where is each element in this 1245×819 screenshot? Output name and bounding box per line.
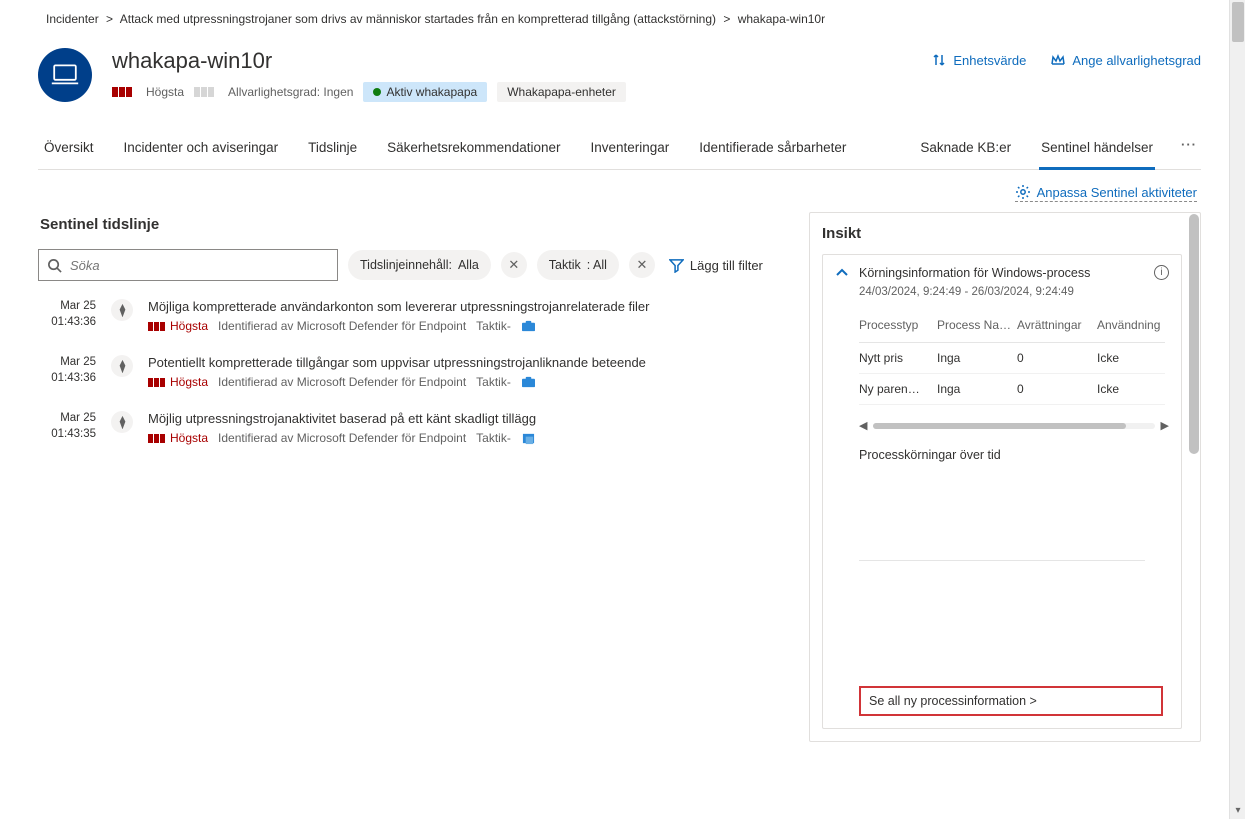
timeline-timestamp: Mar 25 01:43:35 — [38, 411, 96, 445]
breadcrumb-part-2[interactable]: Attack med utpressningstrojaner som driv… — [120, 12, 716, 26]
active-user-chip[interactable]: Aktiv whakapapa — [363, 82, 487, 102]
timeline-item[interactable]: Mar 25 01:43:36 Möjliga kompretterade an… — [38, 299, 791, 333]
breadcrumb-sep: > — [106, 12, 113, 26]
table-row[interactable]: Nytt pris Inga 0 Icke — [859, 343, 1165, 374]
table-header-row: Processtyp Process Na… Avrättningar Anvä… — [859, 310, 1165, 343]
criticality-label: Högsta — [146, 85, 184, 99]
tab-overview[interactable]: Översikt — [42, 128, 96, 169]
filter-timeline-content[interactable]: Tidslinjeinnehåll: Alla — [348, 250, 491, 280]
chevron-up-icon — [835, 266, 849, 280]
tab-recommendations[interactable]: Säkerhetsrekommendationer — [385, 128, 562, 169]
tab-sentinel-events[interactable]: Sentinel händelser — [1039, 128, 1155, 169]
insight-card-title: Körningsinformation för Windows-process — [859, 266, 1144, 280]
insight-panel: Insikt Körningsinformation för Windows-p… — [809, 212, 1201, 742]
col-processname: Process Na… — [937, 318, 1017, 332]
breadcrumb-part-3: whakapa-win10r — [738, 12, 825, 26]
status-dot-icon — [373, 88, 381, 96]
timeline-item-title: Möjlig utpressningstrojanaktivitet baser… — [148, 411, 791, 426]
timeline-node-icon — [111, 355, 133, 377]
col-executions: Avrättningar — [1017, 318, 1097, 332]
filter-tactic[interactable]: Taktik : All — [537, 250, 619, 280]
view-all-process-link[interactable]: Se all ny processinformation > — [859, 686, 1163, 716]
tab-overflow-button[interactable]: ··· — [1181, 137, 1197, 160]
timeline-item[interactable]: Mar 25 01:43:35 Möjlig utpressningstroja… — [38, 411, 791, 445]
timeline-tactic-label: Taktik- — [476, 431, 511, 445]
tab-missing-kb[interactable]: Saknade KB:er — [918, 128, 1013, 169]
insight-card-daterange: 24/03/2024, 9:24:49 - 26/03/2024, 9:24:4… — [859, 286, 1169, 298]
tab-bar: Översikt Incidenter och aviseringar Tids… — [38, 128, 1201, 170]
scroll-down-arrow[interactable]: ▾ — [1230, 803, 1245, 819]
device-group-chip[interactable]: Whakapapa-enheter — [497, 82, 626, 102]
info-icon[interactable]: i — [1154, 265, 1169, 280]
tab-timeline[interactable]: Tidslinje — [306, 128, 359, 169]
timeline-source: Identifierad av Microsoft Defender för E… — [218, 375, 466, 389]
timeline-item-title: Möjliga kompretterade användarkonton som… — [148, 299, 791, 314]
timeline-node-icon — [111, 299, 133, 321]
severity-label: Allvarlighetsgrad: Ingen — [228, 85, 353, 99]
breadcrumb: Incidenter > Attack med utpressningstroj… — [38, 0, 1201, 36]
chart-area — [859, 472, 1165, 552]
scroll-right-arrow[interactable]: ▶ — [1161, 419, 1169, 432]
timeline-severity: Högsta — [148, 375, 208, 389]
timeline-severity: Högsta — [148, 431, 208, 445]
col-usage: Användning — [1097, 318, 1165, 332]
breadcrumb-sep: > — [723, 12, 730, 26]
filter-tactic-clear[interactable]: ✕ — [629, 252, 655, 278]
window-scrollbar[interactable]: ▴ ▾ — [1229, 0, 1245, 819]
insight-card: Körningsinformation för Windows-process … — [822, 254, 1182, 729]
scroll-left-arrow[interactable]: ◀ — [859, 419, 867, 432]
customize-sentinel-button[interactable]: Anpassa Sentinel aktiviteter — [1015, 184, 1197, 202]
insight-card-header[interactable]: Körningsinformation för Windows-process … — [835, 265, 1169, 280]
device-title: whakapa-win10r — [112, 48, 931, 74]
device-avatar — [38, 48, 92, 102]
search-input[interactable] — [70, 258, 329, 273]
device-value-button[interactable]: Enhetsvärde — [931, 52, 1026, 68]
timeline-source: Identifierad av Microsoft Defender för E… — [218, 431, 466, 445]
table-row[interactable]: Ny paren… Inga 0 Icke — [859, 374, 1165, 405]
insight-panel-title: Insikt — [822, 225, 1200, 242]
tactic-icon — [521, 432, 536, 445]
timeline-item-title: Potentiellt kompretterade tillgångar som… — [148, 355, 791, 370]
timeline-tactic-label: Taktik- — [476, 319, 511, 333]
timeline-source: Identifierad av Microsoft Defender för E… — [218, 319, 466, 333]
timeline-timestamp: Mar 25 01:43:36 — [38, 299, 96, 333]
tab-incidents[interactable]: Incidenter och aviseringar — [122, 128, 281, 169]
criticality-bars — [112, 87, 132, 97]
timeline-severity: Högsta — [148, 319, 208, 333]
tab-inventory[interactable]: Inventeringar — [588, 128, 671, 169]
set-severity-button[interactable]: Ange allvarlighetsgrad — [1050, 52, 1201, 68]
gear-icon — [1015, 184, 1031, 200]
scroll-thumb[interactable] — [1232, 2, 1244, 42]
filter-icon — [669, 258, 684, 273]
search-icon — [47, 258, 62, 273]
divider — [859, 560, 1145, 561]
timeline-node-icon — [111, 411, 133, 433]
process-table: Processtyp Process Na… Avrättningar Anvä… — [859, 310, 1165, 405]
crown-icon — [1050, 52, 1066, 68]
timeline-item[interactable]: Mar 25 01:43:36 Potentiellt kompretterad… — [38, 355, 791, 389]
table-horizontal-scrollbar[interactable]: ◀ ▶ — [859, 419, 1169, 432]
chart-title: Processkörningar över tid — [859, 448, 1169, 462]
tactic-icon — [521, 376, 536, 389]
sort-arrows-icon — [931, 52, 947, 68]
severity-bars — [194, 87, 214, 97]
filter-content-clear[interactable]: ✕ — [501, 252, 527, 278]
add-filter-button[interactable]: Lägg till filter — [665, 258, 767, 273]
hscroll-thumb[interactable] — [873, 423, 1126, 429]
col-processtype: Processtyp — [859, 318, 937, 332]
tab-vulnerabilities[interactable]: Identifierade sårbarheter — [697, 128, 848, 169]
insight-panel-scrollbar[interactable] — [1189, 214, 1199, 454]
timeline-timestamp: Mar 25 01:43:36 — [38, 355, 96, 389]
search-input-wrapper[interactable] — [38, 249, 338, 281]
laptop-icon — [50, 63, 80, 87]
timeline-tactic-label: Taktik- — [476, 375, 511, 389]
tactic-icon — [521, 320, 536, 333]
breadcrumb-part-1[interactable]: Incidenter — [46, 12, 99, 26]
sentinel-timeline-heading: Sentinel tidslinje — [40, 216, 791, 233]
